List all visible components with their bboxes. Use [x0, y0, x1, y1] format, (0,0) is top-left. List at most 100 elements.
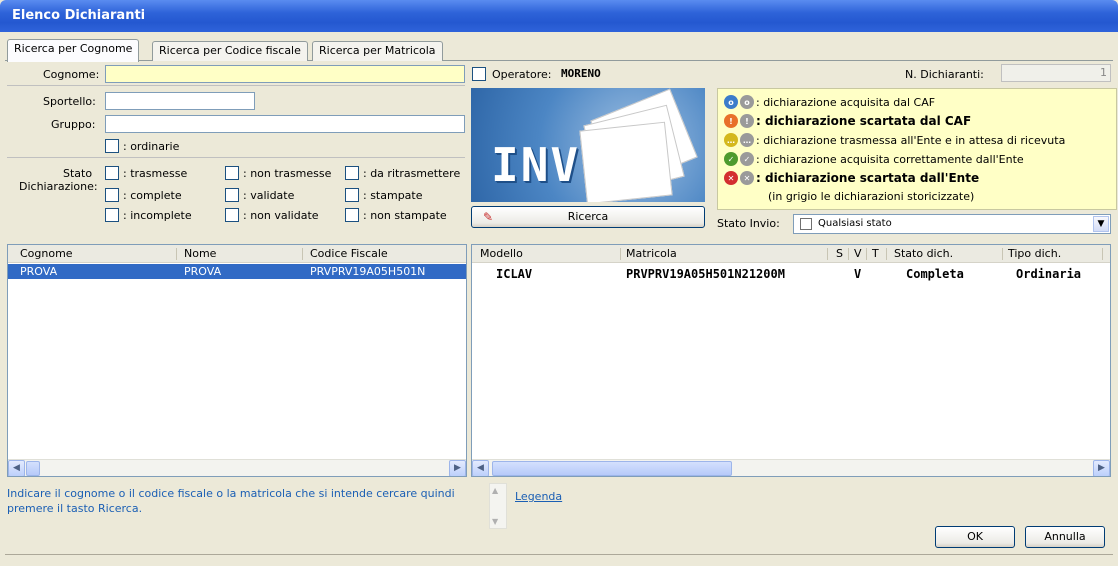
cognome-input[interactable] — [105, 65, 465, 83]
pending-icon: … — [724, 133, 738, 147]
cell-codice-fiscale: PRVPRV19A05H501N — [310, 265, 426, 278]
tab-ricerca-codice-fiscale[interactable]: Ricerca per Codice fiscale — [152, 41, 308, 61]
non-trasmesse-checkbox[interactable] — [225, 166, 239, 180]
column-separator[interactable] — [1102, 248, 1103, 260]
inv-logo-text: INV — [491, 138, 581, 192]
incomplete-label: : incomplete — [123, 209, 192, 222]
gruppo-input[interactable] — [105, 115, 465, 133]
info-icon: o — [724, 95, 738, 109]
status-bar — [5, 554, 1113, 566]
da-ritrasmettere-checkbox[interactable] — [345, 166, 359, 180]
legend-note: (in grigio le dichiarazioni storicizzate… — [768, 189, 975, 203]
legend-text: : dichiarazione acquisita dal CAF — [756, 95, 936, 109]
column-separator[interactable] — [848, 248, 849, 260]
dialog-client: Ricerca per Cognome Ricerca per Codice f… — [5, 32, 1117, 566]
pending-grey-icon: … — [740, 133, 754, 147]
table-row[interactable]: ICLAV PRVPRV19A05H501N21200M V Completa … — [472, 267, 1110, 283]
legend-row: ✕ ✕ : dichiarazione scartata dall'Ente — [724, 169, 979, 187]
trasmesse-label: : trasmesse — [123, 167, 188, 180]
scroll-left-icon[interactable]: ◀ — [8, 460, 25, 476]
column-header-t[interactable]: T — [872, 247, 879, 260]
stampate-label: : stampate — [363, 189, 423, 202]
scroll-left-icon[interactable]: ◀ — [472, 460, 489, 476]
column-separator[interactable] — [866, 248, 867, 260]
column-separator[interactable] — [827, 248, 828, 260]
scroll-right-icon[interactable]: ▶ — [449, 460, 466, 476]
ricerca-button[interactable]: ✎ Ricerca — [471, 206, 705, 228]
complete-checkbox[interactable] — [105, 188, 119, 202]
legend-row: … … : dichiarazione trasmessa all'Ente e… — [724, 131, 1065, 149]
stampate-checkbox[interactable] — [345, 188, 359, 202]
column-header-v[interactable]: V — [854, 247, 862, 260]
operatore-value: MORENO — [561, 67, 601, 80]
cell-nome: PROVA — [184, 265, 222, 278]
sportello-label: Sportello: — [43, 95, 96, 108]
tab-ricerca-matricola[interactable]: Ricerca per Matricola — [312, 41, 443, 61]
operatore-checkbox[interactable] — [472, 67, 486, 81]
scroll-thumb[interactable] — [26, 461, 40, 476]
check-icon: ✓ — [724, 152, 738, 166]
chevron-down-icon[interactable]: ▼ — [1093, 216, 1109, 232]
stato-invio-select[interactable]: Qualsiasi stato ▼ — [793, 214, 1111, 234]
horizontal-scrollbar[interactable]: ◀ ▶ — [8, 459, 466, 476]
column-separator[interactable] — [302, 248, 303, 260]
column-separator[interactable] — [620, 248, 621, 260]
sportello-input[interactable] — [105, 92, 255, 110]
warning-icon: ! — [724, 114, 738, 128]
column-header-s[interactable]: S — [836, 247, 843, 260]
gruppo-label: Gruppo: — [51, 118, 96, 131]
scroll-down-icon[interactable]: ▼ — [492, 517, 498, 526]
column-separator[interactable] — [1002, 248, 1003, 260]
scroll-right-icon[interactable]: ▶ — [1093, 460, 1110, 476]
ricerca-button-label: Ricerca — [567, 210, 609, 223]
cell-tipo-dich: Ordinaria — [1016, 267, 1082, 281]
state-icon — [800, 218, 812, 230]
cell-cognome: PROVA — [20, 265, 58, 278]
column-header-modello[interactable]: Modello — [480, 247, 523, 260]
info-scrollbar[interactable]: ▲ ▼ — [489, 483, 507, 529]
column-header-nome[interactable]: Nome — [184, 247, 216, 260]
da-ritrasmettere-label: : da ritrasmettere — [363, 167, 461, 180]
legend-text: : dichiarazione scartata dal CAF — [756, 114, 972, 128]
legend-text: : dichiarazione trasmessa all'Ente e in … — [756, 133, 1066, 147]
legend-text: : dichiarazione acquisita correttamente … — [756, 152, 1024, 166]
trasmesse-checkbox[interactable] — [105, 166, 119, 180]
warning-grey-icon: ! — [740, 114, 754, 128]
non-stampate-label: : non stampate — [363, 209, 447, 222]
scroll-thumb[interactable] — [492, 461, 732, 476]
column-header-matricola[interactable]: Matricola — [626, 247, 677, 260]
ordinarie-checkbox[interactable] — [105, 139, 119, 153]
horizontal-scrollbar[interactable]: ◀ ▶ — [472, 459, 1110, 476]
column-header-cognome[interactable]: Cognome — [20, 247, 73, 260]
column-header-codice-fiscale[interactable]: Codice Fiscale — [310, 247, 388, 260]
table-row[interactable]: PROVA PROVA PRVPRV19A05H501N — [8, 264, 466, 279]
legenda-link[interactable]: Legenda — [515, 490, 562, 503]
validate-label: : validate — [243, 189, 295, 202]
legend-row: ! ! : dichiarazione scartata dal CAF — [724, 112, 971, 130]
paper-graphic — [579, 121, 673, 202]
cell-modello: ICLAV — [496, 267, 533, 281]
scroll-up-icon[interactable]: ▲ — [492, 486, 498, 495]
non-validate-checkbox[interactable] — [225, 208, 239, 222]
validate-checkbox[interactable] — [225, 188, 239, 202]
column-separator[interactable] — [176, 248, 177, 260]
column-separator[interactable] — [886, 248, 887, 260]
cognome-label: Cognome: — [43, 68, 100, 81]
error-grey-icon: ✕ — [740, 171, 754, 185]
annulla-button[interactable]: Annulla — [1025, 526, 1105, 548]
stato-invio-label: Stato Invio: — [717, 217, 780, 230]
column-header-stato-dich[interactable]: Stato dich. — [894, 247, 953, 260]
non-trasmesse-label: : non trasmesse — [243, 167, 332, 180]
cell-v: V — [854, 267, 862, 281]
legend-panel: o o : dichiarazione acquisita dal CAF ! … — [717, 88, 1117, 210]
divider — [7, 85, 465, 86]
legend-row: o o : dichiarazione acquisita dal CAF — [724, 93, 935, 111]
table-header: Modello Matricola S V T Stato dich. Tipo… — [472, 245, 1110, 263]
tab-ricerca-cognome[interactable]: Ricerca per Cognome — [7, 39, 140, 62]
cell-stato-dich: Completa — [906, 267, 964, 281]
column-header-tipo-dich[interactable]: Tipo dich. — [1008, 247, 1061, 260]
stato-label-2: Dichiarazione: — [19, 180, 98, 193]
ok-button[interactable]: OK — [935, 526, 1015, 548]
non-stampate-checkbox[interactable] — [345, 208, 359, 222]
incomplete-checkbox[interactable] — [105, 208, 119, 222]
